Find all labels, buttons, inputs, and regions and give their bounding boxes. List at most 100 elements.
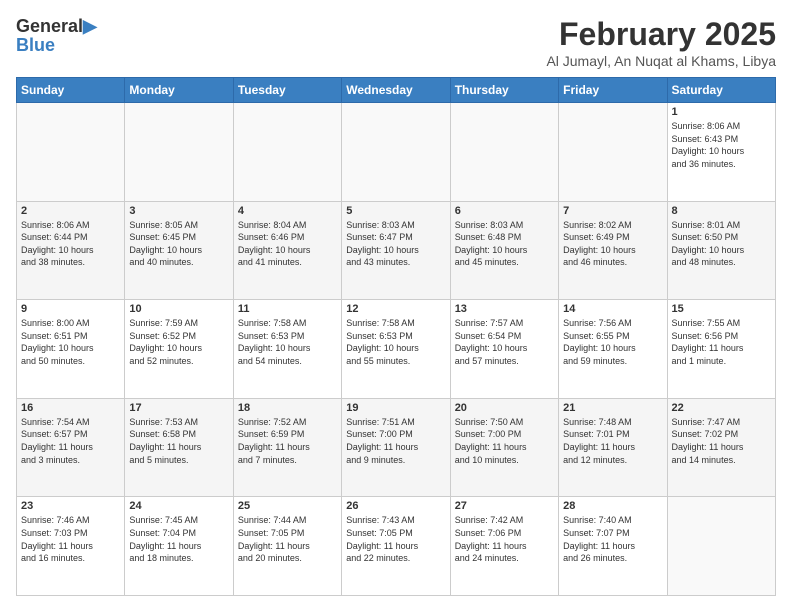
day-number: 10	[129, 303, 228, 315]
day-info: Sunrise: 7:45 AM Sunset: 7:04 PM Dayligh…	[129, 514, 228, 564]
calendar-cell: 6 Sunrise: 8:03 AM Sunset: 6:48 PM Daylig…	[450, 201, 558, 300]
day-number: 22	[672, 402, 771, 414]
day-number: 15	[672, 303, 771, 315]
day-number: 17	[129, 402, 228, 414]
day-number: 2	[21, 205, 120, 217]
day-number: 14	[563, 303, 662, 315]
calendar-cell: 14 Sunrise: 7:56 AM Sunset: 6:55 PM Dayli…	[559, 300, 667, 399]
day-number: 7	[563, 205, 662, 217]
calendar-cell: 21 Sunrise: 7:48 AM Sunset: 7:01 PM Dayli…	[559, 398, 667, 497]
calendar-week-row: 2 Sunrise: 8:06 AM Sunset: 6:44 PM Daylig…	[17, 201, 776, 300]
calendar-cell: 23 Sunrise: 7:46 AM Sunset: 7:03 PM Dayli…	[17, 497, 125, 596]
calendar-cell: 20 Sunrise: 7:50 AM Sunset: 7:00 PM Dayli…	[450, 398, 558, 497]
calendar-table: SundayMondayTuesdayWednesdayThursdayFrid…	[16, 77, 776, 596]
calendar-week-row: 1 Sunrise: 8:06 AM Sunset: 6:43 PM Daylig…	[17, 103, 776, 202]
day-number: 18	[238, 402, 337, 414]
day-number: 6	[455, 205, 554, 217]
day-info: Sunrise: 7:55 AM Sunset: 6:56 PM Dayligh…	[672, 317, 771, 367]
day-number: 28	[563, 500, 662, 512]
day-number: 20	[455, 402, 554, 414]
day-info: Sunrise: 7:56 AM Sunset: 6:55 PM Dayligh…	[563, 317, 662, 367]
day-number: 1	[672, 106, 771, 118]
calendar-cell: 19 Sunrise: 7:51 AM Sunset: 7:00 PM Dayli…	[342, 398, 450, 497]
day-info: Sunrise: 8:01 AM Sunset: 6:50 PM Dayligh…	[672, 219, 771, 269]
calendar-cell	[559, 103, 667, 202]
day-info: Sunrise: 8:02 AM Sunset: 6:49 PM Dayligh…	[563, 219, 662, 269]
day-number: 11	[238, 303, 337, 315]
title-section: February 2025 Al Jumayl, An Nuqat al Kha…	[546, 16, 776, 69]
day-number: 12	[346, 303, 445, 315]
day-info: Sunrise: 7:42 AM Sunset: 7:06 PM Dayligh…	[455, 514, 554, 564]
calendar-cell: 8 Sunrise: 8:01 AM Sunset: 6:50 PM Daylig…	[667, 201, 775, 300]
day-number: 4	[238, 205, 337, 217]
calendar-cell: 17 Sunrise: 7:53 AM Sunset: 6:58 PM Dayli…	[125, 398, 233, 497]
calendar-cell: 5 Sunrise: 8:03 AM Sunset: 6:47 PM Daylig…	[342, 201, 450, 300]
calendar-cell: 15 Sunrise: 7:55 AM Sunset: 6:56 PM Dayli…	[667, 300, 775, 399]
calendar-cell	[17, 103, 125, 202]
day-info: Sunrise: 7:59 AM Sunset: 6:52 PM Dayligh…	[129, 317, 228, 367]
calendar-week-row: 16 Sunrise: 7:54 AM Sunset: 6:57 PM Dayli…	[17, 398, 776, 497]
calendar-cell: 7 Sunrise: 8:02 AM Sunset: 6:49 PM Daylig…	[559, 201, 667, 300]
day-info: Sunrise: 8:04 AM Sunset: 6:46 PM Dayligh…	[238, 219, 337, 269]
day-info: Sunrise: 7:54 AM Sunset: 6:57 PM Dayligh…	[21, 416, 120, 466]
day-info: Sunrise: 7:57 AM Sunset: 6:54 PM Dayligh…	[455, 317, 554, 367]
logo-blue: Blue	[16, 35, 55, 56]
calendar-cell: 26 Sunrise: 7:43 AM Sunset: 7:05 PM Dayli…	[342, 497, 450, 596]
calendar-cell: 13Sunrise: 7:57 AM Sunset: 6:54 PM Dayli…	[450, 300, 558, 399]
day-number: 5	[346, 205, 445, 217]
day-info: Sunrise: 8:03 AM Sunset: 6:47 PM Dayligh…	[346, 219, 445, 269]
calendar-cell: 1 Sunrise: 8:06 AM Sunset: 6:43 PM Daylig…	[667, 103, 775, 202]
day-info: Sunrise: 8:06 AM Sunset: 6:43 PM Dayligh…	[672, 120, 771, 170]
day-number: 19	[346, 402, 445, 414]
day-number: 24	[129, 500, 228, 512]
calendar-cell: 9Sunrise: 8:00 AM Sunset: 6:51 PM Daylig…	[17, 300, 125, 399]
day-info: Sunrise: 7:52 AM Sunset: 6:59 PM Dayligh…	[238, 416, 337, 466]
calendar-cell	[233, 103, 341, 202]
day-info: Sunrise: 7:58 AM Sunset: 6:53 PM Dayligh…	[346, 317, 445, 367]
day-info: Sunrise: 7:50 AM Sunset: 7:00 PM Dayligh…	[455, 416, 554, 466]
month-title: February 2025	[546, 16, 776, 53]
day-number: 16	[21, 402, 120, 414]
day-info: Sunrise: 8:05 AM Sunset: 6:45 PM Dayligh…	[129, 219, 228, 269]
calendar-cell: 27Sunrise: 7:42 AM Sunset: 7:06 PM Dayli…	[450, 497, 558, 596]
day-number: 23	[21, 500, 120, 512]
calendar-cell	[342, 103, 450, 202]
weekday-header-saturday: Saturday	[667, 78, 775, 103]
weekday-header-wednesday: Wednesday	[342, 78, 450, 103]
day-info: Sunrise: 7:46 AM Sunset: 7:03 PM Dayligh…	[21, 514, 120, 564]
day-info: Sunrise: 7:58 AM Sunset: 6:53 PM Dayligh…	[238, 317, 337, 367]
calendar-cell: 3 Sunrise: 8:05 AM Sunset: 6:45 PM Daylig…	[125, 201, 233, 300]
weekday-header-friday: Friday	[559, 78, 667, 103]
day-info: Sunrise: 8:06 AM Sunset: 6:44 PM Dayligh…	[21, 219, 120, 269]
calendar-cell: 2 Sunrise: 8:06 AM Sunset: 6:44 PM Daylig…	[17, 201, 125, 300]
day-number: 8	[672, 205, 771, 217]
calendar-cell	[125, 103, 233, 202]
logo: General▶ Blue	[16, 16, 97, 56]
calendar-cell: 24 Sunrise: 7:45 AM Sunset: 7:04 PM Dayli…	[125, 497, 233, 596]
calendar-header-row: SundayMondayTuesdayWednesdayThursdayFrid…	[17, 78, 776, 103]
calendar-cell: 22Sunrise: 7:47 AM Sunset: 7:02 PM Dayli…	[667, 398, 775, 497]
calendar-cell: 12 Sunrise: 7:58 AM Sunset: 6:53 PM Dayli…	[342, 300, 450, 399]
day-info: Sunrise: 7:51 AM Sunset: 7:00 PM Dayligh…	[346, 416, 445, 466]
calendar-cell: 28 Sunrise: 7:40 AM Sunset: 7:07 PM Dayli…	[559, 497, 667, 596]
day-info: Sunrise: 7:53 AM Sunset: 6:58 PM Dayligh…	[129, 416, 228, 466]
weekday-header-monday: Monday	[125, 78, 233, 103]
day-info: Sunrise: 7:40 AM Sunset: 7:07 PM Dayligh…	[563, 514, 662, 564]
calendar-cell	[450, 103, 558, 202]
logo-general: General▶	[16, 16, 97, 37]
calendar-cell: 4 Sunrise: 8:04 AM Sunset: 6:46 PM Daylig…	[233, 201, 341, 300]
calendar-cell: 25Sunrise: 7:44 AM Sunset: 7:05 PM Dayli…	[233, 497, 341, 596]
calendar-week-row: 9Sunrise: 8:00 AM Sunset: 6:51 PM Daylig…	[17, 300, 776, 399]
location: Al Jumayl, An Nuqat al Khams, Libya	[546, 53, 776, 69]
calendar-cell: 11 Sunrise: 7:58 AM Sunset: 6:53 PM Dayli…	[233, 300, 341, 399]
calendar-cell	[667, 497, 775, 596]
day-number: 3	[129, 205, 228, 217]
day-info: Sunrise: 8:03 AM Sunset: 6:48 PM Dayligh…	[455, 219, 554, 269]
day-number: 26	[346, 500, 445, 512]
day-info: Sunrise: 8:00 AM Sunset: 6:51 PM Dayligh…	[21, 317, 120, 367]
day-info: Sunrise: 7:48 AM Sunset: 7:01 PM Dayligh…	[563, 416, 662, 466]
day-info: Sunrise: 7:43 AM Sunset: 7:05 PM Dayligh…	[346, 514, 445, 564]
weekday-header-thursday: Thursday	[450, 78, 558, 103]
day-number: 21	[563, 402, 662, 414]
calendar-cell: 18 Sunrise: 7:52 AM Sunset: 6:59 PM Dayli…	[233, 398, 341, 497]
